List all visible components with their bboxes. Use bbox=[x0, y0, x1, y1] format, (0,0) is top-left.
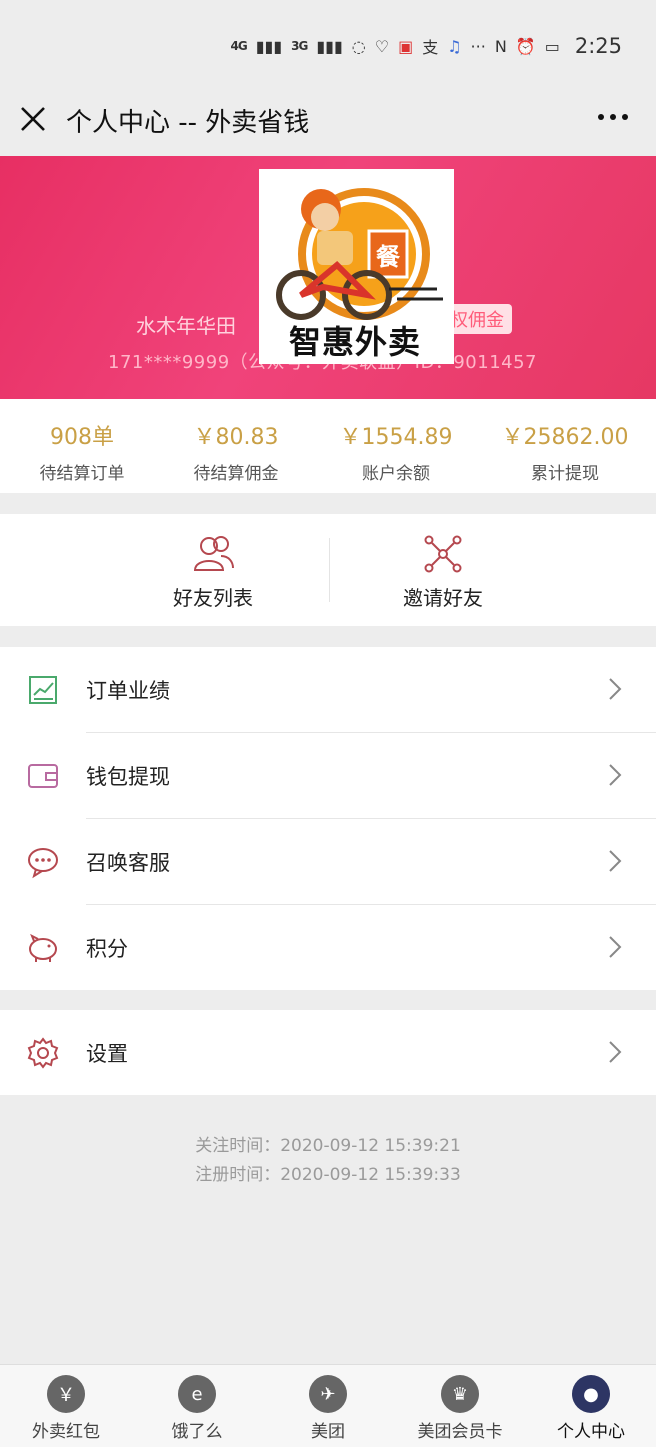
chart-icon bbox=[29, 676, 57, 704]
stat-pending-orders[interactable]: 908单 待结算订单 bbox=[0, 419, 164, 484]
menu-item-wallet[interactable]: 钱包提现 bbox=[0, 733, 656, 818]
gear-icon bbox=[27, 1037, 59, 1069]
chat-icon: ◌ bbox=[351, 36, 366, 56]
status-icons: 4G ▮▮▮ 3G ▮▮▮ ◌ ♡ ▣ 支 ♫ ··· N ⏰ ▭ 2:25 bbox=[231, 34, 623, 58]
stat-value: ￥80.83 bbox=[193, 425, 279, 450]
alarm-icon: ⏰ bbox=[515, 36, 536, 56]
friends-panel: 好友列表 邀请好友 bbox=[0, 514, 656, 626]
logo-sign: 餐 bbox=[376, 243, 401, 271]
tab-eleme[interactable]: e 饿了么 bbox=[137, 1375, 257, 1442]
logo-text: 智惠外卖 bbox=[289, 323, 422, 361]
crown-icon: ♛ bbox=[441, 1375, 479, 1413]
chevron-right-icon bbox=[609, 678, 622, 700]
friend-list-button[interactable]: 好友列表 bbox=[113, 534, 313, 611]
piggy-bank-icon bbox=[29, 933, 57, 962]
meituan-icon: ✈ bbox=[309, 1375, 347, 1413]
user-icon: ● bbox=[572, 1375, 610, 1413]
stat-balance[interactable]: ￥1554.89 账户余额 bbox=[314, 419, 478, 484]
tab-label: 美团 bbox=[311, 1422, 345, 1442]
red-packet-icon: ￥ bbox=[47, 1375, 85, 1413]
alipay-icon: 支 bbox=[422, 38, 439, 57]
tab-label: 饿了么 bbox=[171, 1422, 223, 1442]
stats-panel: 908单 待结算订单 ￥80.83 待结算佣金 ￥1554.89 账户余额 ￥2… bbox=[0, 399, 656, 493]
music-icon: ♫ bbox=[447, 36, 462, 56]
stat-value: 908单 bbox=[50, 425, 114, 450]
chat-bubble-icon bbox=[28, 848, 58, 879]
stat-label: 账户余额 bbox=[362, 464, 430, 484]
tab-member-card[interactable]: ♛ 美团会员卡 bbox=[400, 1375, 520, 1442]
stat-pending-commission[interactable]: ￥80.83 待结算佣金 bbox=[154, 419, 318, 484]
page-title: 个人中心 -- 外卖省钱 bbox=[66, 108, 310, 138]
signal-3g-icon: 3G bbox=[291, 39, 308, 53]
signal-bars-icon: ▮▮▮ bbox=[255, 36, 283, 56]
stat-label: 累计提现 bbox=[531, 464, 599, 484]
chevron-right-icon bbox=[609, 764, 622, 786]
chevron-right-icon bbox=[609, 936, 622, 958]
profile-banner: 水木年华田 权佣金 171****9999（公众号：外卖联盟）ID：901145… bbox=[0, 156, 656, 399]
signal-4g-icon: 4G bbox=[230, 39, 248, 53]
menu-label: 设置 bbox=[86, 1042, 128, 1066]
account-info: 关注时间：2020-09-12 15:39:21 注册时间：2020-09-12… bbox=[0, 1132, 656, 1190]
menu-label: 钱包提现 bbox=[86, 765, 170, 789]
wallet-icon bbox=[28, 764, 58, 788]
menu-item-orders[interactable]: 订单业绩 bbox=[0, 647, 656, 732]
profile-name: 水木年华田 bbox=[136, 314, 236, 338]
menu-label: 召唤客服 bbox=[86, 851, 170, 875]
tab-meituan[interactable]: ✈ 美团 bbox=[268, 1375, 388, 1442]
menu-item-settings[interactable]: 设置 bbox=[0, 1010, 656, 1095]
menu-item-support[interactable]: 召唤客服 bbox=[0, 819, 656, 904]
register-time: 注册时间：2020-09-12 15:39:33 bbox=[195, 1165, 461, 1185]
app-icon: ▣ bbox=[398, 36, 414, 56]
menu-list: 订单业绩 钱包提现 召唤客服 积分 bbox=[0, 647, 656, 990]
more-status-icon: ··· bbox=[470, 36, 486, 56]
status-time: 2:25 bbox=[574, 34, 622, 58]
tab-red-packet[interactable]: ￥ 外卖红包 bbox=[6, 1375, 126, 1442]
stat-total-withdrawn[interactable]: ￥25862.00 累计提现 bbox=[483, 419, 647, 484]
menu-item-points[interactable]: 积分 bbox=[0, 905, 656, 990]
stat-label: 待结算佣金 bbox=[193, 464, 279, 484]
eleme-icon: e bbox=[178, 1375, 216, 1413]
friend-list-label: 好友列表 bbox=[173, 586, 253, 610]
friends-icon bbox=[193, 536, 234, 571]
stat-label: 待结算订单 bbox=[39, 464, 125, 484]
tab-label: 外卖红包 bbox=[32, 1422, 100, 1442]
follow-time: 关注时间：2020-09-12 15:39:21 bbox=[195, 1136, 461, 1156]
menu-label: 积分 bbox=[86, 937, 128, 961]
tab-personal-center[interactable]: ● 个人中心 bbox=[531, 1375, 651, 1442]
tab-label: 个人中心 bbox=[557, 1422, 625, 1442]
heart-icon: ♡ bbox=[374, 36, 390, 56]
battery-icon: ▭ bbox=[544, 36, 560, 56]
invite-friends-button[interactable]: 邀请好友 bbox=[343, 534, 543, 611]
header: 个人中心 -- 外卖省钱 bbox=[0, 80, 656, 156]
settings-section: 设置 bbox=[0, 1010, 656, 1095]
invite-friends-label: 邀请好友 bbox=[403, 586, 483, 610]
chevron-right-icon bbox=[609, 1041, 622, 1063]
menu-label: 订单业绩 bbox=[86, 679, 170, 703]
more-icon[interactable] bbox=[598, 114, 628, 120]
tab-bar: ￥ 外卖红包 e 饿了么 ✈ 美团 ♛ 美团会员卡 ● 个人中心 bbox=[0, 1364, 656, 1447]
nfc-icon: N bbox=[494, 36, 507, 56]
network-icon bbox=[424, 535, 462, 573]
stat-value: ￥1554.89 bbox=[339, 425, 453, 450]
chevron-right-icon bbox=[609, 850, 622, 872]
tab-label: 美团会员卡 bbox=[417, 1422, 503, 1442]
stat-value: ￥25862.00 bbox=[501, 425, 629, 450]
divider bbox=[329, 538, 330, 602]
signal-bars-icon-2: ▮▮▮ bbox=[316, 36, 343, 56]
close-icon[interactable] bbox=[18, 104, 48, 134]
logo: 餐 智惠外卖 bbox=[259, 169, 454, 364]
